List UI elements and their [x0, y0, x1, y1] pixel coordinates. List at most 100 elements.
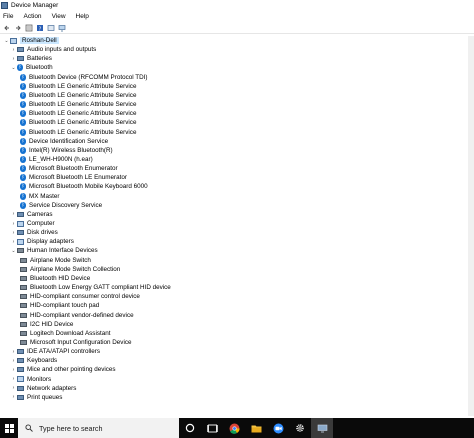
tree-item-label: Bluetooth LE Generic Attribute Service — [29, 128, 137, 136]
category-mice-pointing-devices[interactable]: › Mice and other pointing devices — [10, 365, 116, 374]
menu-help[interactable]: Help — [71, 13, 94, 20]
expand-chevron-icon[interactable]: › — [10, 56, 17, 62]
device-category-icon — [17, 211, 24, 217]
tree-root-computer[interactable]: ⌄ Roshan-Dell — [3, 36, 59, 45]
collapse-chevron-icon[interactable]: ⌄ — [10, 65, 17, 71]
tree-item-label: Monitors — [27, 375, 52, 383]
device-category-icon — [17, 349, 24, 355]
bluetooth-device-item[interactable]: ᛒ Microsoft Bluetooth Enumerator — [20, 164, 118, 173]
tree-item-label: I2C HID Device — [30, 320, 74, 328]
bluetooth-icon: ᛒ — [20, 201, 26, 209]
taskbar-search-box[interactable]: Type here to search — [18, 418, 179, 438]
category-audio-inputs-outputs[interactable]: › Audio inputs and outputs — [10, 45, 97, 54]
hid-device-item[interactable]: Airplane Mode Switch Collection — [20, 265, 120, 274]
expand-chevron-icon[interactable]: › — [10, 47, 17, 53]
hid-device-icon — [20, 285, 27, 291]
device-view-icon[interactable] — [47, 24, 55, 32]
expand-chevron-icon[interactable]: › — [10, 376, 17, 382]
tree-item-label: Service Discovery Service — [29, 201, 103, 209]
bluetooth-device-item[interactable]: ᛒ Bluetooth Device (RFCOMM Protocol TDI) — [20, 73, 148, 82]
title-bar: Device Manager — [0, 0, 474, 10]
bluetooth-device-item[interactable]: ᛒ Microsoft Bluetooth Mobile Keyboard 600… — [20, 182, 148, 191]
bluetooth-device-item[interactable]: ᛒ LE_WH-H900N (h.ear) — [20, 155, 93, 164]
bluetooth-device-item[interactable]: ᛒ Bluetooth LE Generic Attribute Service — [20, 118, 136, 127]
vertical-scrollbar[interactable] — [468, 36, 474, 416]
bluetooth-device-item[interactable]: ᛒ Device Identification Service — [20, 137, 108, 146]
category-ide-ata-atapi-controllers[interactable]: › IDE ATA/ATAPI controllers — [10, 347, 100, 356]
expand-chevron-icon[interactable]: › — [10, 367, 17, 373]
tree-item-label: HID-compliant touch pad — [30, 302, 100, 310]
hid-device-item[interactable]: I2C HID Device — [20, 320, 73, 329]
bluetooth-device-item[interactable]: ᛒ MX Master — [20, 192, 59, 201]
back-icon[interactable] — [3, 24, 11, 32]
task-view-icon[interactable] — [201, 418, 223, 438]
zoom-icon[interactable] — [267, 418, 289, 438]
hid-device-item[interactable]: Bluetooth Low Energy GATT compliant HID … — [20, 283, 171, 292]
expand-chevron-icon[interactable]: › — [10, 385, 17, 391]
bluetooth-icon: ᛒ — [20, 155, 26, 163]
bluetooth-device-item[interactable]: ᛒ Bluetooth LE Generic Attribute Service — [20, 109, 136, 118]
tree-item-label: Device Identification Service — [29, 137, 109, 145]
tree-item-label: HID-compliant vendor-defined device — [30, 311, 134, 319]
tree-item-label: Logitech Download Assistant — [30, 329, 111, 337]
collapse-chevron-icon[interactable]: ⌄ — [10, 248, 17, 254]
bluetooth-device-item[interactable]: ᛒ Microsoft Bluetooth LE Enumerator — [20, 173, 127, 182]
category-disk-drives[interactable]: › Disk drives — [10, 228, 58, 237]
menu-view[interactable]: View — [47, 13, 71, 20]
tree-item-label: HID-compliant consumer control device — [30, 293, 140, 301]
expand-chevron-icon[interactable]: › — [10, 221, 17, 227]
hid-device-item[interactable]: Airplane Mode Switch — [20, 256, 91, 265]
bluetooth-device-item[interactable]: ᛒ Bluetooth LE Generic Attribute Service — [20, 82, 136, 91]
category-print-queues[interactable]: › Print queues — [10, 393, 63, 402]
file-explorer-icon[interactable] — [245, 418, 267, 438]
hid-device-icon — [20, 294, 27, 300]
hid-device-item[interactable]: HID-compliant vendor-defined device — [20, 311, 134, 320]
tree-item-label: Batteries — [27, 55, 52, 63]
forward-icon[interactable] — [14, 24, 22, 32]
hid-device-icon — [20, 339, 27, 345]
cortana-icon[interactable] — [179, 418, 201, 438]
expand-chevron-icon[interactable]: › — [10, 211, 17, 217]
category-cameras[interactable]: › Cameras — [10, 210, 53, 219]
chrome-icon[interactable] — [223, 418, 245, 438]
bluetooth-device-item[interactable]: ᛒ Bluetooth LE Generic Attribute Service — [20, 100, 136, 109]
scan-hardware-icon[interactable] — [58, 24, 66, 32]
category-batteries[interactable]: › Batteries — [10, 54, 52, 63]
expand-chevron-icon[interactable]: › — [10, 394, 17, 400]
bluetooth-icon: ᛒ — [20, 82, 26, 90]
hid-device-item[interactable]: HID-compliant consumer control device — [20, 292, 140, 301]
menu-file[interactable]: File — [0, 13, 18, 20]
category-network-adapters[interactable]: › Network adapters — [10, 384, 77, 393]
hid-device-icon — [20, 303, 27, 309]
tree-item-label: Human Interface Devices — [27, 247, 98, 255]
category-keyboards[interactable]: › Keyboards — [10, 356, 57, 365]
category-monitors[interactable]: › Monitors — [10, 375, 52, 384]
help-icon[interactable]: ? — [36, 24, 44, 32]
expand-chevron-icon[interactable]: › — [10, 358, 17, 364]
collapse-chevron-icon[interactable]: ⌄ — [3, 38, 10, 44]
bluetooth-device-item[interactable]: ᛒ Service Discovery Service — [20, 201, 102, 210]
hid-device-item[interactable]: HID-compliant touch pad — [20, 301, 99, 310]
hid-device-item[interactable]: Bluetooth HID Device — [20, 274, 90, 283]
hid-device-icon — [17, 248, 24, 254]
expand-chevron-icon[interactable]: › — [10, 349, 17, 355]
bluetooth-device-item[interactable]: ᛒ Bluetooth LE Generic Attribute Service — [20, 91, 136, 100]
bluetooth-device-item[interactable]: ᛒ Intel(R) Wireless Bluetooth(R) — [20, 146, 113, 155]
category-display-adapters[interactable]: › Display adapters — [10, 237, 74, 246]
category-human-interface-devices[interactable]: ⌄ Human Interface Devices — [10, 246, 98, 255]
device-category-icon — [17, 358, 24, 364]
device-manager-taskbar-icon[interactable] — [311, 418, 333, 438]
expand-chevron-icon[interactable]: › — [10, 239, 17, 245]
menu-action[interactable]: Action — [18, 13, 46, 20]
category-computer[interactable]: › Computer — [10, 219, 55, 228]
properties-icon[interactable] — [25, 24, 33, 32]
settings-gear-icon[interactable] — [289, 418, 311, 438]
hid-device-item[interactable]: Microsoft Input Configuration Device — [20, 338, 132, 347]
tree-item-label: Microsoft Bluetooth LE Enumerator — [29, 174, 127, 182]
start-button[interactable] — [0, 418, 18, 438]
expand-chevron-icon[interactable]: › — [10, 230, 17, 236]
category-bluetooth[interactable]: ⌄ ᛒ Bluetooth — [10, 63, 53, 72]
bluetooth-device-item[interactable]: ᛒ Bluetooth LE Generic Attribute Service — [20, 128, 136, 137]
tree-item-label: IDE ATA/ATAPI controllers — [27, 348, 101, 356]
hid-device-item[interactable]: Logitech Download Assistant — [20, 329, 111, 338]
